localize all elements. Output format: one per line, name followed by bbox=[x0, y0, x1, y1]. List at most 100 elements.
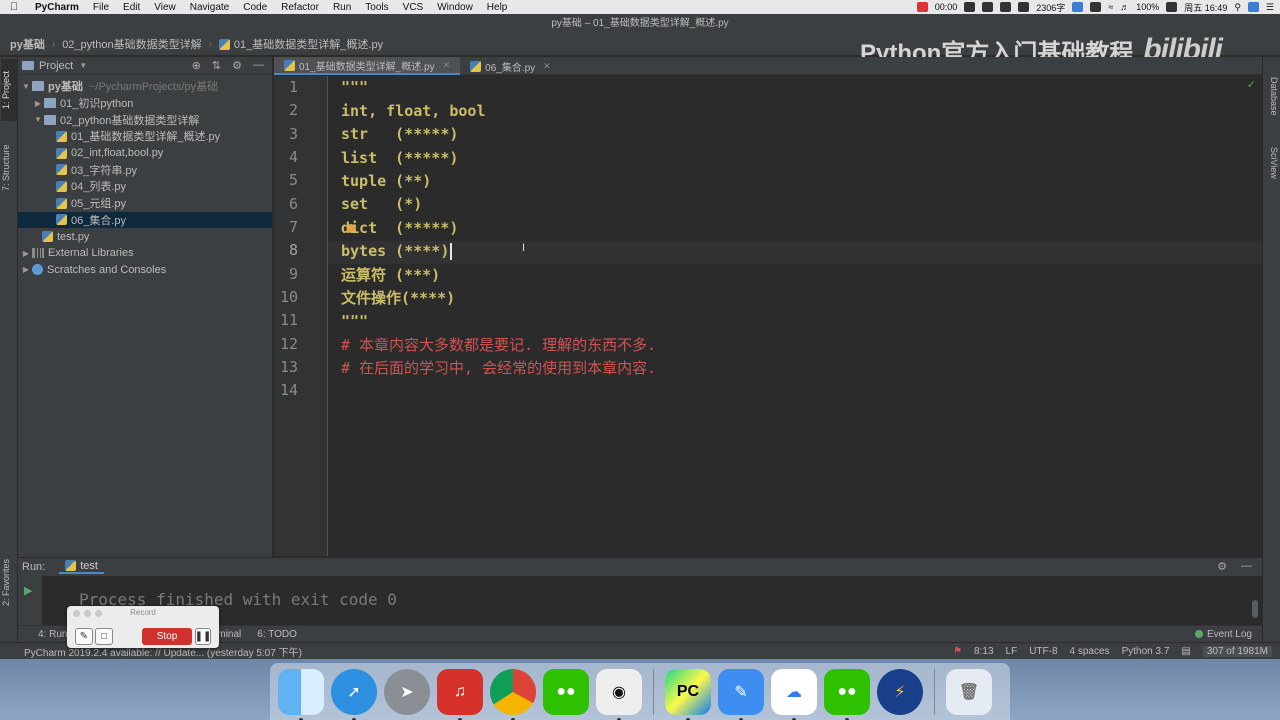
tree-folder[interactable]: ▶ 01_初识python bbox=[18, 95, 272, 112]
menu-edit[interactable]: Edit bbox=[116, 2, 147, 13]
memory-indicator[interactable]: 307 of 1981M bbox=[1202, 645, 1272, 657]
menu-tools[interactable]: Tools bbox=[358, 2, 395, 13]
git-status-icon[interactable]: ⚑ bbox=[953, 646, 962, 657]
tree-file[interactable]: 01_基础数据类型详解_概述.py bbox=[18, 128, 272, 145]
editor-tab-active[interactable]: 01_基础数据类型详解_概述.py ✕ bbox=[274, 57, 461, 75]
line-separator[interactable]: LF bbox=[1006, 646, 1018, 657]
trash-icon[interactable]: 🗑 bbox=[946, 668, 992, 715]
tray-app-icon[interactable] bbox=[1072, 2, 1084, 12]
tree-file[interactable]: 05_元组.py bbox=[18, 195, 272, 212]
menu-vcs[interactable]: VCS bbox=[396, 2, 431, 13]
chevron-right-icon[interactable]: ▶ bbox=[20, 249, 32, 258]
tree-scratches[interactable]: ▶ Scratches and Consoles bbox=[18, 262, 272, 279]
qq-icon[interactable]: ◉ bbox=[596, 668, 642, 720]
clock[interactable]: 周五 16:49 bbox=[1184, 1, 1227, 14]
apple-menu-icon[interactable]:  bbox=[0, 1, 28, 13]
tree-file-selected[interactable]: 06_集合.py bbox=[18, 211, 272, 229]
siri-icon[interactable] bbox=[1247, 2, 1259, 12]
console-scrollbar[interactable] bbox=[1252, 600, 1258, 618]
finder-icon[interactable] bbox=[278, 668, 324, 720]
lock-icon[interactable]: ▤ bbox=[1181, 646, 1190, 657]
chevron-down-icon[interactable]: ▼ bbox=[32, 115, 44, 124]
menu-code[interactable]: Code bbox=[236, 2, 274, 13]
editor-tab[interactable]: 06_集合.py ✕ bbox=[460, 57, 561, 75]
tree-file[interactable]: test.py bbox=[18, 228, 272, 245]
menu-refactor[interactable]: Refactor bbox=[274, 2, 326, 13]
run-tab-test[interactable]: test bbox=[59, 560, 104, 574]
breadcrumb-project[interactable]: py基础 bbox=[10, 36, 45, 52]
tree-root[interactable]: ▼ py基础 ~/PycharmProjects/py基础 bbox=[18, 78, 272, 95]
tab-sciview[interactable]: SciView bbox=[1265, 147, 1279, 179]
notification-center-icon[interactable]: ☰ bbox=[1266, 2, 1274, 13]
tree-external-libraries[interactable]: ▶ External Libraries bbox=[18, 245, 272, 262]
tab-structure[interactable]: 7: Structure bbox=[1, 133, 17, 203]
wechat-work-icon[interactable]: ●● bbox=[824, 668, 870, 720]
chrome-icon[interactable] bbox=[490, 668, 536, 720]
tree-file[interactable]: 04_列表.py bbox=[18, 178, 272, 195]
run-console[interactable]: Process finished with exit code 0 bbox=[42, 576, 1262, 626]
battery-icon[interactable] bbox=[1166, 2, 1178, 12]
collapse-all-icon[interactable]: ⇅ bbox=[212, 59, 221, 72]
tree-file[interactable]: 02_int,float,bool.py bbox=[18, 145, 272, 162]
tab-favorites[interactable]: 2: Favorites bbox=[1, 547, 17, 617]
menu-window[interactable]: Window bbox=[430, 2, 480, 13]
baidu-netdisk-icon[interactable]: ☁ bbox=[771, 668, 817, 720]
tray-app-icon[interactable] bbox=[964, 2, 976, 12]
breadcrumb-file[interactable]: 01_基础数据类型详解_概述.py bbox=[218, 36, 383, 52]
pen-icon[interactable]: ✎ bbox=[75, 628, 93, 645]
wechat-icon[interactable]: ●● bbox=[543, 668, 589, 715]
dock: ➚ ➤ ♫ ●● ◉ PC ✎ ☁ ●● ⚡ 🗑 bbox=[270, 663, 1010, 720]
hide-icon[interactable]: — bbox=[1241, 560, 1252, 573]
paw-icon[interactable]: ✎ bbox=[718, 668, 764, 720]
pause-icon[interactable]: ❚❚ bbox=[195, 628, 211, 645]
locate-icon[interactable]: ⊕ bbox=[192, 59, 201, 72]
tab-run[interactable]: 4: Run bbox=[38, 629, 67, 640]
gear-icon[interactable]: ⚙ bbox=[1217, 560, 1227, 573]
gear-icon[interactable]: ⚙ bbox=[232, 59, 242, 72]
lightbulb-icon[interactable] bbox=[347, 224, 355, 233]
tab-database[interactable]: Database bbox=[1265, 77, 1279, 116]
launchpad-icon[interactable]: ➤ bbox=[384, 668, 430, 715]
breadcrumb-folder[interactable]: 02_python基础数据类型详解 bbox=[62, 36, 201, 52]
tray-app-icon[interactable] bbox=[1090, 2, 1102, 12]
project-panel-title[interactable]: Project bbox=[39, 60, 73, 72]
chevron-down-icon[interactable]: ▼ bbox=[20, 82, 32, 91]
menu-file[interactable]: File bbox=[86, 2, 116, 13]
tray-app-icon[interactable] bbox=[1000, 2, 1012, 12]
indent-setting[interactable]: 4 spaces bbox=[1070, 646, 1110, 657]
interpreter[interactable]: Python 3.7 bbox=[1122, 646, 1170, 657]
safari-icon[interactable]: ➚ bbox=[331, 668, 377, 720]
spotlight-icon[interactable]: ⚲ bbox=[1234, 2, 1241, 13]
chevron-right-icon[interactable]: ▶ bbox=[32, 99, 44, 108]
camera-icon[interactable]: □ bbox=[95, 628, 113, 645]
record-status-icon[interactable] bbox=[916, 2, 928, 12]
file-encoding[interactable]: UTF-8 bbox=[1029, 646, 1057, 657]
tray-app-icon[interactable] bbox=[1018, 2, 1030, 12]
inspection-ok-icon[interactable]: ✓ bbox=[1247, 78, 1256, 91]
tab-event-log[interactable]: Event Log bbox=[1194, 629, 1252, 640]
close-icon[interactable]: ✕ bbox=[543, 61, 551, 72]
instastats-icon[interactable]: ⚡ bbox=[877, 668, 923, 715]
menu-navigate[interactable]: Navigate bbox=[183, 2, 236, 13]
tab-project[interactable]: 1: Project bbox=[1, 59, 17, 121]
tray-app-icon[interactable] bbox=[982, 2, 994, 12]
code-editor[interactable]: 1 2 3 4 5 6 7 8 9 10 11 12 13 14 """ int… bbox=[274, 76, 1262, 556]
pycharm-icon[interactable]: PC bbox=[665, 668, 711, 720]
tree-file[interactable]: 03_字符串.py bbox=[18, 161, 272, 178]
netease-music-icon[interactable]: ♫ bbox=[437, 668, 483, 720]
menu-run[interactable]: Run bbox=[326, 2, 358, 13]
menu-view[interactable]: View bbox=[147, 2, 183, 13]
wifi-icon[interactable]: ≈ bbox=[1108, 2, 1113, 12]
hide-icon[interactable]: — bbox=[253, 59, 264, 72]
caret-position[interactable]: 8:13 bbox=[974, 646, 993, 657]
menu-help[interactable]: Help bbox=[480, 2, 515, 13]
tab-todo[interactable]: 6: TODO bbox=[257, 629, 297, 640]
rerun-icon[interactable]: ▶ bbox=[24, 584, 32, 597]
chevron-down-icon[interactable]: ▼ bbox=[79, 61, 87, 70]
tree-folder[interactable]: ▼ 02_python基础数据类型详解 bbox=[18, 111, 272, 128]
volume-icon[interactable]: ♬ bbox=[1120, 2, 1129, 12]
stop-button[interactable]: Stop bbox=[142, 628, 192, 645]
chevron-right-icon[interactable]: ▶ bbox=[20, 265, 32, 274]
menu-pycharm[interactable]: PyCharm bbox=[28, 2, 86, 13]
close-icon[interactable]: ✕ bbox=[443, 60, 451, 71]
